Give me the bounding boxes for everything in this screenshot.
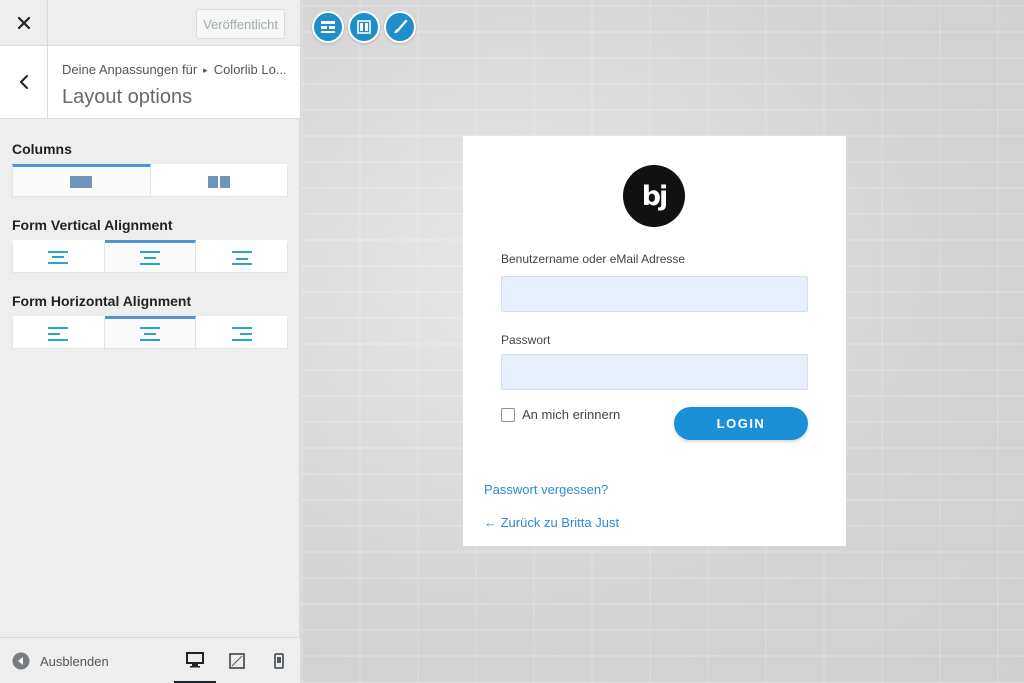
desktop-icon	[186, 651, 204, 667]
one-column-icon	[70, 175, 93, 188]
preview-mobile-button[interactable]	[258, 638, 300, 683]
preview-tablet-button[interactable]	[216, 638, 258, 683]
remember-me[interactable]: An mich erinnern	[501, 407, 620, 422]
vertical-option-middle[interactable]	[104, 240, 197, 273]
back-button[interactable]	[0, 46, 48, 118]
align-middle-icon	[140, 250, 160, 265]
layout-icon	[321, 21, 335, 33]
close-customizer-button[interactable]	[0, 0, 48, 46]
customizer-header: Veröffentlicht	[0, 0, 300, 46]
back-to-site-link[interactable]: ← Zurück zu Britta Just	[484, 515, 619, 530]
arrow-left-circle-icon	[12, 652, 30, 670]
publish-button[interactable]: Veröffentlicht	[196, 9, 285, 39]
collapse-label: Ausblenden	[40, 653, 109, 669]
customizer-footer: Ausblenden	[0, 637, 300, 683]
breadcrumb-current: Colorlib Lo...	[213, 62, 287, 77]
preview-desktop-button[interactable]	[174, 638, 216, 683]
vertical-alignment-label: Form Vertical Alignment	[12, 217, 173, 233]
align-bottom-icon	[231, 250, 252, 265]
chevron-left-icon	[19, 75, 28, 89]
columns-label: Columns	[12, 141, 72, 157]
customizer-sidebar: Veröffentlicht Deine Anpassungen für ▸ Col…	[0, 0, 300, 683]
tablet-icon	[229, 653, 245, 669]
username-input[interactable]	[501, 276, 808, 312]
vertical-alignment-options	[12, 240, 289, 273]
horizontal-alignment-label: Form Horizontal Alignment	[12, 293, 192, 309]
site-logo[interactable]: bj	[623, 165, 685, 227]
remember-me-label: An mich erinnern	[522, 407, 621, 422]
close-icon	[17, 16, 30, 30]
vertical-option-bottom[interactable]	[196, 240, 289, 273]
breadcrumb-parent: Deine Anpassungen für	[62, 62, 198, 77]
password-input[interactable]	[501, 354, 808, 390]
align-left-icon	[48, 326, 69, 341]
collapse-sidebar-button[interactable]: Ausblenden	[12, 652, 109, 670]
remember-me-checkbox[interactable]	[501, 407, 515, 422]
layout-tool-button[interactable]	[312, 11, 344, 43]
login-form-card: bj Benutzername oder eMail Adresse Passw…	[463, 136, 846, 546]
horizontal-option-right[interactable]	[196, 316, 289, 349]
section-header: Deine Anpassungen für ▸ Colorlib Lo... Lay…	[0, 46, 300, 119]
site-preview: bj Benutzername oder eMail Adresse Passw…	[301, 0, 1024, 683]
align-right-icon	[231, 326, 252, 341]
columns-icon	[357, 20, 371, 34]
mobile-icon	[274, 653, 284, 669]
password-label: Passwort	[501, 333, 551, 347]
horizontal-alignment-options	[12, 316, 289, 349]
lost-password-link[interactable]: Passwort vergessen?	[484, 482, 608, 497]
style-tool-button[interactable]	[384, 11, 416, 43]
columns-option-two[interactable]	[150, 164, 288, 197]
vertical-option-top[interactable]	[12, 240, 105, 273]
two-column-icon	[207, 175, 230, 188]
horizontal-option-center[interactable]	[104, 316, 197, 349]
section-title: Layout options	[62, 86, 193, 108]
username-label: Benutzername oder eMail Adresse	[501, 252, 686, 266]
align-center-icon	[140, 326, 160, 341]
columns-option-one[interactable]	[12, 164, 151, 197]
columns-options	[12, 164, 288, 197]
login-button[interactable]: LOGIN	[674, 407, 808, 440]
horizontal-option-left[interactable]	[12, 316, 105, 349]
columns-tool-button[interactable]	[348, 11, 380, 43]
brush-icon	[394, 19, 408, 33]
breadcrumb: Deine Anpassungen für ▸ Colorlib Lo...	[62, 62, 287, 77]
align-top-icon	[48, 250, 69, 264]
breadcrumb-arrow-icon: ▸	[203, 65, 208, 75]
